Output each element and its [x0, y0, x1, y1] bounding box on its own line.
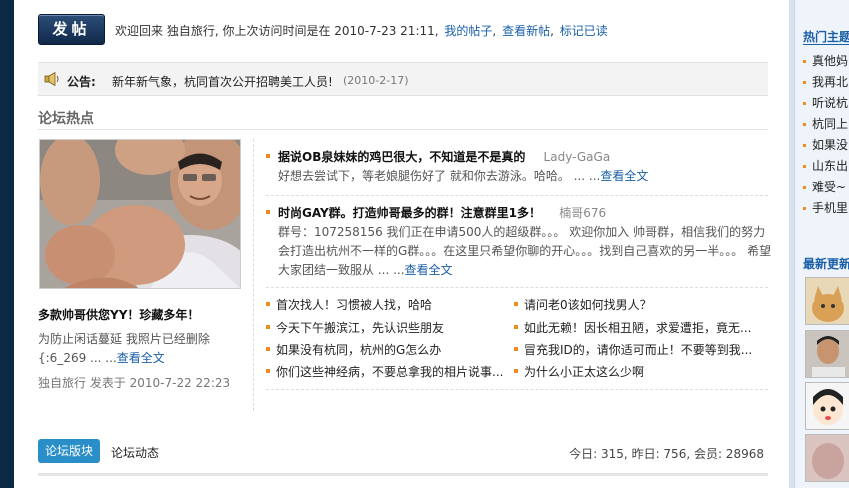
sidebar-hot-item[interactable]: 手机里: [803, 199, 848, 216]
avatar[interactable]: [805, 277, 849, 325]
bottom-divider: [38, 473, 768, 476]
featured-summary: 为防止闲话蔓延 我照片已经删除 {:6_269 ... ...查看全文: [38, 330, 243, 368]
bullet-icon: [803, 123, 806, 126]
sidebar-hot-item[interactable]: 杭同上: [803, 115, 848, 132]
left-frame-bar: [0, 0, 14, 488]
bullet-icon: [266, 347, 270, 351]
list-item[interactable]: 如此无赖！因长相丑陋，求爱遭拒，竟无...: [514, 319, 754, 337]
my-posts-link[interactable]: 我的帖子: [444, 24, 492, 38]
mark-read-link[interactable]: 标记已读: [560, 24, 608, 38]
announcement-date: (2010-2-17): [343, 74, 409, 87]
sidebar-new-title: 最新更新: [803, 257, 849, 271]
list-item[interactable]: 请问老0该如何找男人？: [514, 296, 754, 314]
hot-post-read-more-link[interactable]: 查看全文: [405, 263, 453, 277]
featured-read-more-link[interactable]: 查看全文: [117, 351, 165, 365]
bullet-icon: [803, 186, 806, 189]
avatar[interactable]: [805, 434, 849, 482]
tab-forum-activity[interactable]: 论坛动态: [111, 444, 159, 461]
list-item[interactable]: 为什么小正太这么少啊: [514, 363, 754, 381]
hot-post-summary: 好想去尝试下，等老娘腿伤好了 就和你去游泳。哈哈。 ... ...查看全文: [278, 169, 649, 183]
hot-post-author[interactable]: 楠哥676: [559, 206, 606, 220]
avatar[interactable]: [805, 330, 849, 378]
list-item[interactable]: 今天下午搬滨江，先认识些朋友: [266, 319, 506, 337]
bullet-icon: [266, 154, 270, 158]
hot-post-summary: 群号：107258156 我们正在申请500人的超级群。。。 欢迎你加入 帅哥群…: [278, 225, 772, 277]
bullet-icon: [803, 165, 806, 168]
announcement-label: 公告:: [67, 75, 96, 89]
list-item[interactable]: 你们这些神经病，不要总拿我的相片说事...: [266, 363, 506, 381]
sidebar-hot-item[interactable]: 山东出: [803, 157, 848, 174]
sidebar-title-underline: [803, 44, 849, 45]
sidebar-hot-item[interactable]: 我再北: [803, 73, 848, 90]
welcome-bar: 欢迎回来 独自旅行, 你上次访问时间是在 2010-7-23 21:11, 我的…: [115, 24, 608, 38]
right-sidebar: 热门主题 真他妈 我再北 听说杭 杭同上 如果没 山东出 难受~ 手机里 最新更…: [794, 0, 849, 488]
welcome-text: 欢迎回来 独自旅行, 你上次访问时间是在 2010-7-23 21:11,: [115, 24, 439, 38]
sidebar-hot-title: 热门主题: [803, 30, 849, 44]
speaker-icon: [44, 72, 59, 86]
main-content: 发帖 欢迎回来 独自旅行, 你上次访问时间是在 2010-7-23 21:11,…: [38, 0, 771, 488]
hot-post-title[interactable]: 时尚GAY群。打造帅哥最多的群！注意群里1多！: [278, 206, 541, 220]
bullet-icon: [266, 369, 270, 373]
cartoon-avatar-graphic: [806, 383, 849, 429]
list-item[interactable]: 如果没有杭同，杭州的G怎么办: [266, 341, 506, 359]
bullet-icon: [266, 210, 270, 214]
hot-post-title[interactable]: 据说OB泉妹妹的鸡巴很大，不知道是不是真的: [278, 150, 525, 164]
sidebar-hot-item[interactable]: 难受~: [803, 178, 846, 195]
bullet-icon: [514, 347, 518, 351]
avatar[interactable]: [805, 382, 849, 430]
bullet-icon: [514, 302, 518, 306]
list-item[interactable]: 冒充我ID的，请你适可而止！不要等到我...: [514, 341, 754, 359]
section-divider: [38, 129, 768, 130]
person-avatar-graphic: [806, 331, 849, 377]
bullet-icon: [803, 207, 806, 210]
hot-post-author[interactable]: Lady-GaGa: [544, 150, 611, 164]
featured-photo-graphic: [40, 140, 240, 288]
hot-post-separator: [266, 287, 768, 288]
bullet-icon: [266, 302, 270, 306]
sidebar-hot-item[interactable]: 如果没: [803, 136, 848, 153]
featured-meta: 独自旅行 发表于 2010-7-22 22:23: [38, 376, 231, 390]
forum-stats: 今日: 315, 昨日: 756, 会员: 28968: [569, 447, 764, 461]
list-separator: [266, 389, 768, 390]
announcement-bar: 公告: 新年新气象，杭同首次公开招聘美工人员! (2010-2-17): [38, 62, 768, 96]
section-title: 论坛热点: [38, 111, 94, 127]
blurred-avatar-graphic: [806, 435, 849, 481]
bullet-icon: [266, 325, 270, 329]
sidebar-hot-item[interactable]: 听说杭: [803, 94, 848, 111]
tab-forum-blocks[interactable]: 论坛版块: [38, 439, 100, 463]
featured-title[interactable]: 多款帅哥供您YY！珍藏多年！: [38, 306, 199, 323]
post-button[interactable]: 发帖: [38, 14, 105, 45]
bullet-icon: [803, 144, 806, 147]
bullet-icon: [803, 60, 806, 63]
bullet-icon: [803, 81, 806, 84]
list-item[interactable]: 首次找人！习惯被人找，哈哈: [266, 296, 506, 314]
featured-image[interactable]: [39, 139, 241, 289]
bullet-icon: [514, 325, 518, 329]
hot-post-read-more-link[interactable]: 查看全文: [600, 169, 648, 183]
cat-avatar-graphic: [806, 278, 849, 324]
hot-post-separator: [266, 195, 768, 196]
view-new-posts-link[interactable]: 查看新帖: [502, 24, 550, 38]
announcement-link[interactable]: 新年新气象，杭同首次公开招聘美工人员!: [112, 73, 333, 90]
bullet-icon: [803, 102, 806, 105]
sidebar-hot-item[interactable]: 真他妈: [803, 52, 848, 69]
bullet-icon: [514, 369, 518, 373]
column-divider: [253, 139, 254, 411]
